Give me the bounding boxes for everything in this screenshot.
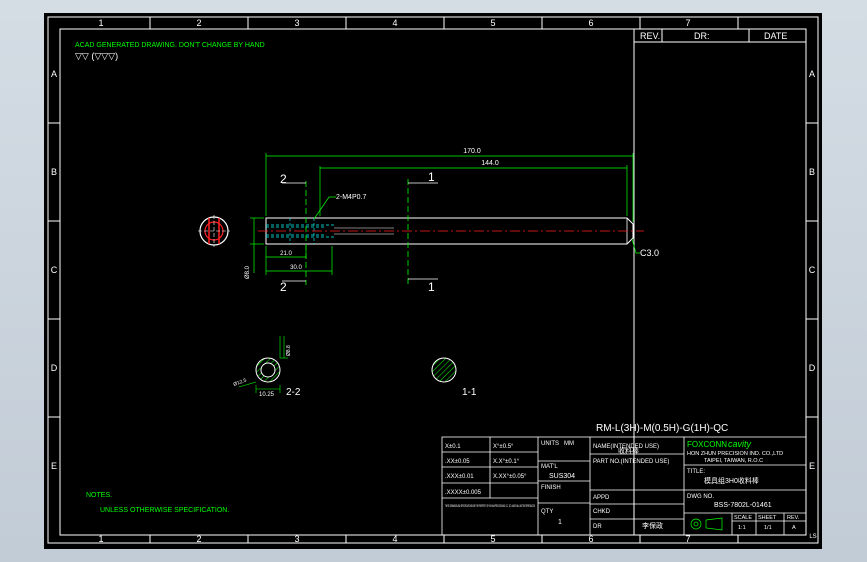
qty-label: QTY [541, 509, 553, 515]
section-1-1-view: 1-1 [431, 357, 477, 398]
tol-xxxx: .XXXX±0.005 [445, 490, 482, 496]
col-label-top: 4 [392, 18, 397, 28]
rev-value: A [792, 525, 796, 531]
units-label: UNITS [541, 441, 559, 447]
col-label-bottom: 7 [685, 534, 690, 544]
date-header: DATE [764, 31, 787, 41]
row-label-left: B [51, 167, 57, 177]
part-no-label: PART NO.(INTENDED USE) [593, 459, 669, 465]
col-label-bottom: 3 [294, 534, 299, 544]
chkd-label: CHKD [593, 509, 611, 515]
col-label-bottom: 6 [588, 534, 593, 544]
dwg-label: DWG NO. [687, 494, 714, 500]
thread-note: 2-M4P0.7 [336, 194, 366, 201]
rev-label: REV. [787, 515, 800, 521]
section-marker-2-bottom: 2 [280, 280, 287, 294]
dwg-value: BSS-7802L-01461 [714, 502, 772, 509]
finish-symbols: ▽▽ (▽▽▽) [75, 51, 118, 61]
proprietary-note: THESE DRAWINGS AND SPECIFICATIONS ARE TH… [445, 503, 535, 508]
dr-value: 李保政 [642, 521, 663, 530]
dim-diameter: Ø8.0 [245, 265, 251, 279]
corner-mark: LS [809, 534, 816, 540]
matl-value: SUS304 [549, 473, 575, 480]
row-label-right: D [809, 363, 816, 373]
appd-label: APPD [593, 495, 610, 501]
company-name: HON ZHUN PRECISION IND. CO.,LTD [687, 451, 783, 457]
col-label-top: 6 [588, 18, 593, 28]
section-marker-1-bottom: 1 [428, 280, 435, 294]
row-label-left: C [51, 265, 58, 275]
col-label-bottom: 2 [196, 534, 201, 544]
sec-dim-1: Ø12.5 [233, 378, 248, 388]
dim-hole-length: 30.0 [290, 265, 302, 271]
sec-dim-3: Ø8.8 [286, 345, 292, 356]
col-label-bottom: 4 [392, 534, 397, 544]
section-2-2-label: 2-2 [286, 387, 301, 398]
chamfer-note: C3.0 [640, 248, 659, 258]
tol-xxx: .XXX±0.01 [445, 474, 474, 480]
section-2-2-view: Ø12.5 10.25 Ø8.8 2-2 [233, 336, 301, 398]
col-label-top: 5 [490, 18, 495, 28]
tol-angle: X°±0.5° [493, 444, 514, 450]
unless-note: UNLESS OTHERWISE SPECIFICATION. [100, 507, 229, 514]
row-label-right: C [809, 265, 816, 275]
projection-symbol-icon [690, 517, 723, 531]
title-value: 模具组3H0收料棒 [704, 476, 759, 485]
sec-dim-2: 10.25 [259, 392, 275, 398]
acad-note: ACAD GENERATED DRAWING. DON'T CHANGE BY … [75, 42, 265, 49]
dim-inner: 144.0 [481, 160, 499, 167]
company-city: TAIPEI, TAIWAN, R.O.C [704, 458, 763, 464]
row-label-right: B [809, 167, 815, 177]
col-label-top: 3 [294, 18, 299, 28]
section-marker-2-top: 2 [280, 172, 287, 186]
tol-x: X±0.1 [445, 444, 461, 450]
col-label-top: 1 [98, 18, 103, 28]
rev-header: REV. [640, 31, 660, 41]
tol-xx: .XX±0.05 [445, 459, 470, 465]
title-label: TITLE: [687, 469, 705, 475]
notes-label: NOTES. [86, 492, 112, 499]
part-number: RM-L(3H)-M(0.5H)-G(1H)-QC [596, 423, 728, 434]
matl-label: MAT'L [541, 464, 558, 470]
drawing-sheet: 1 2 3 4 5 6 7 1 2 3 4 5 6 7 A B C D E A … [44, 13, 822, 549]
col-label-top: 7 [685, 18, 690, 28]
main-part-view: 170.0 144.0 2-M4P0.7 C3.0 21.0 30.0 Ø8.0 [198, 148, 659, 294]
company-cavity: cavity [728, 439, 752, 449]
dr-label: DR [593, 524, 602, 530]
cad-drawing-canvas[interactable]: 1 2 3 4 5 6 7 1 2 3 4 5 6 7 A B C D E A … [44, 13, 822, 549]
row-label-left: E [51, 461, 57, 471]
dr-header: DR: [694, 31, 710, 41]
company-logo: FOXCONN [687, 440, 727, 449]
row-label-left: D [51, 363, 58, 373]
sheet-value: 1/1 [764, 525, 772, 531]
scale-label: SCALE [734, 515, 752, 521]
sheet-label: SHEET [758, 515, 777, 521]
units-value: MM [564, 441, 574, 447]
name-value: 收料棒 [618, 446, 639, 455]
row-label-left: A [51, 69, 57, 79]
tol-angle2: X.X°±0.1° [493, 459, 520, 465]
qty-value: 1 [558, 519, 562, 526]
tol-angle3: X.XX°±0.05° [493, 474, 527, 480]
section-marker-1-top: 1 [428, 170, 435, 184]
dim-overall: 170.0 [463, 148, 481, 155]
scale-value: 1:1 [738, 525, 746, 531]
dim-thread-length: 21.0 [280, 251, 292, 257]
row-label-right: A [809, 69, 815, 79]
section-1-1-label: 1-1 [462, 387, 477, 398]
finish-label: FINISH [541, 485, 561, 491]
col-label-bottom: 1 [98, 534, 103, 544]
row-label-right: E [809, 461, 815, 471]
col-label-top: 2 [196, 18, 201, 28]
col-label-bottom: 5 [490, 534, 495, 544]
